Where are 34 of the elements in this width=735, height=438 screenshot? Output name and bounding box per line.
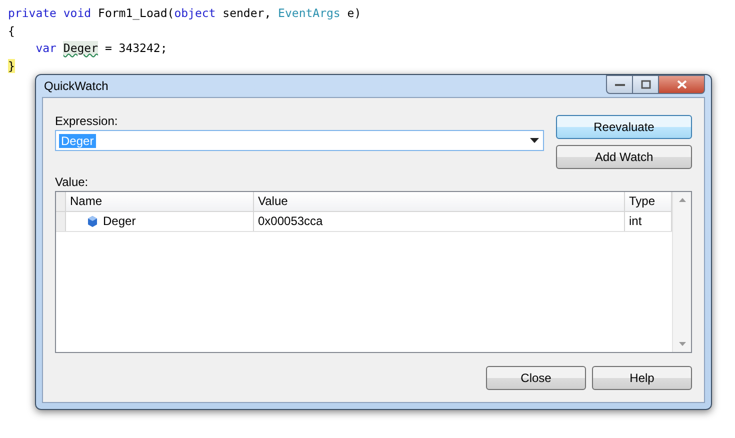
value-label: Value: <box>55 174 90 191</box>
column-header[interactable]: Name <box>66 192 254 211</box>
code-text: sender, <box>222 6 272 20</box>
minimize-button[interactable] <box>606 75 633 94</box>
code-identifier: Deger <box>63 41 98 55</box>
expression-value: Deger <box>59 134 96 148</box>
code-keyword: object <box>174 6 216 20</box>
table-cell: 0x00053cca <box>254 212 625 231</box>
close-button[interactable]: Close <box>486 366 586 390</box>
field-icon <box>88 216 97 227</box>
expression-label: Expression: <box>55 113 119 130</box>
vertical-scrollbar[interactable] <box>672 192 691 352</box>
scroll-up-icon <box>678 198 686 202</box>
code-text: Form1_Load( <box>97 6 174 20</box>
code-text: = 343242; <box>104 41 168 55</box>
code-text: e) <box>346 6 362 20</box>
code-keyword: private void <box>8 6 92 20</box>
minimize-icon <box>614 82 624 86</box>
table-cell: Deger <box>66 212 254 231</box>
close-icon <box>676 80 686 89</box>
code-type-name: EventArgs <box>278 6 340 20</box>
window-title: QuickWatch <box>43 79 108 93</box>
code-text: { <box>8 24 15 38</box>
scroll-down-icon <box>678 342 686 346</box>
add-watch-button[interactable]: Add Watch <box>556 145 692 169</box>
restore-icon <box>640 80 650 89</box>
reevaluate-button[interactable]: Reevaluate <box>556 115 692 139</box>
dropdown-arrow-icon <box>530 138 539 143</box>
code-brace: } <box>8 58 15 72</box>
help-button[interactable]: Help <box>592 366 692 390</box>
close-button[interactable] <box>659 75 705 94</box>
maximize-button[interactable] <box>633 75 659 94</box>
code-keyword: var <box>34 41 58 55</box>
column-header[interactable]: Value <box>254 192 625 211</box>
